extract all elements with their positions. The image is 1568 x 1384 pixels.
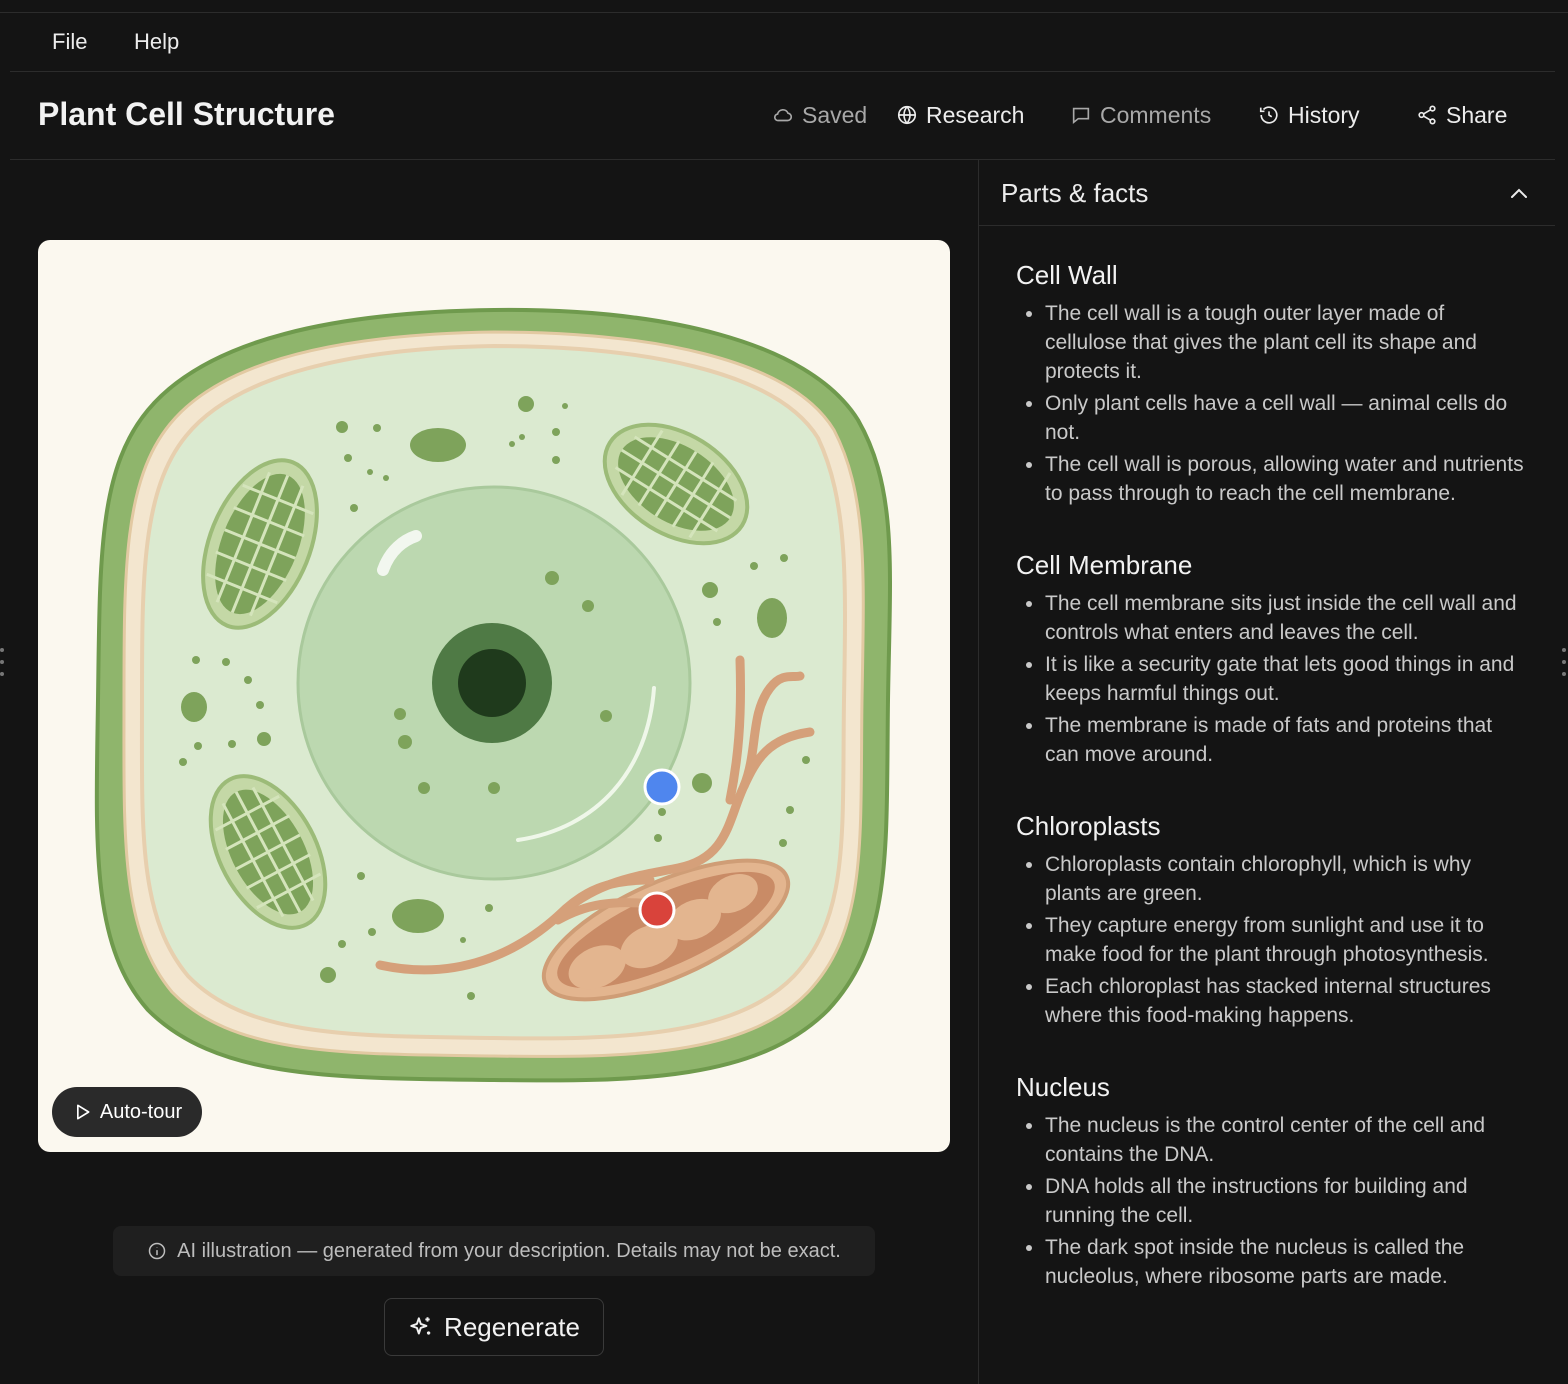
fact-bullet: It is like a security gate that lets goo… [1045, 650, 1526, 708]
facts-panel-title: Parts & facts [1001, 178, 1149, 208]
research-label: Research [926, 101, 1025, 128]
globe-icon [897, 105, 917, 125]
fact-bullets: The nucleus is the control center of the… [1016, 1111, 1526, 1291]
plant-cell-drawing [94, 307, 892, 1083]
fact-bullet: Chloroplasts contain chlorophyll, which … [1045, 850, 1526, 908]
fact-section-title: Cell Wall [1016, 260, 1118, 290]
cloud-icon [773, 108, 793, 122]
autotour-label: Auto-tour [99, 1100, 183, 1123]
vacuole-3 [757, 598, 787, 638]
play-icon [76, 1104, 90, 1120]
saved-label: Saved [802, 101, 868, 128]
fact-bullets: The cell membrane sits just inside the c… [1016, 589, 1526, 769]
fact-section: Chloroplasts Chloroplasts contain chloro… [1016, 811, 1526, 1030]
share-icon [1418, 105, 1436, 125]
fact-bullet: Only plant cells have a cell wall — anim… [1045, 389, 1526, 447]
facts-panel: Parts & facts Cell Wall The cell wall is… [979, 160, 1555, 1384]
vacuole-4 [181, 692, 207, 722]
fact-section-title: Chloroplasts [1016, 811, 1161, 841]
regenerate-label: Regenerate [444, 1311, 580, 1342]
fact-bullet: The nucleus is the control center of the… [1045, 1111, 1526, 1169]
share-button[interactable]: Share [1416, 100, 1507, 130]
plant-cell-illustration[interactable]: Auto-tour [38, 240, 950, 1152]
regenerate-button[interactable]: Regenerate [384, 1298, 604, 1356]
nucleolus [458, 649, 526, 717]
vacuole-1 [410, 428, 466, 462]
chevron-up-icon[interactable] [1507, 182, 1531, 206]
fact-section-title: Cell Membrane [1016, 550, 1193, 580]
history-icon [1259, 106, 1278, 124]
fact-bullet: Each chloroplast has stacked internal st… [1045, 972, 1526, 1030]
ai-disclaimer-text: AI illustration — generated from your de… [177, 1239, 841, 1262]
comment-icon [1072, 107, 1090, 125]
saved-status: Saved [772, 100, 867, 130]
info-icon [148, 1242, 166, 1260]
menu-bar: File Help [10, 13, 1555, 72]
illustration-pane: Auto-tour AI illustration — generated fr… [0, 160, 978, 1384]
fact-bullets: The cell wall is a tough outer layer mad… [1016, 299, 1526, 508]
share-label: Share [1446, 101, 1508, 128]
fact-bullet: The cell wall is porous, allowing water … [1045, 450, 1526, 508]
fact-section: Nucleus The nucleus is the control cente… [1016, 1072, 1526, 1291]
comments-label: Comments [1100, 101, 1212, 128]
right-resize-handle[interactable] [1562, 648, 1568, 688]
facts-panel-header: Parts & facts [979, 160, 1555, 226]
hotspot-red [638, 891, 676, 929]
fact-bullet: DNA holds all the instructions for build… [1045, 1172, 1526, 1230]
fact-bullet: The dark spot inside the nucleus is call… [1045, 1233, 1526, 1291]
fact-section-title: Nucleus [1016, 1072, 1110, 1102]
left-resize-handle[interactable] [0, 648, 6, 688]
fact-bullet: The cell membrane sits just inside the c… [1045, 589, 1526, 647]
hotspot-blue [643, 768, 681, 806]
facts-list: Cell Wall The cell wall is a tough outer… [1016, 260, 1526, 1333]
fact-bullet: They capture energy from sunlight and us… [1045, 911, 1526, 969]
menu-help[interactable]: Help [134, 29, 179, 55]
research-button[interactable]: Research [896, 100, 1024, 130]
comments-button[interactable]: Comments [1070, 100, 1211, 130]
history-label: History [1288, 101, 1360, 128]
document-header: Plant Cell Structure Saved Research Comm… [10, 72, 1555, 160]
ai-disclaimer: AI illustration — generated from your de… [113, 1226, 875, 1276]
fact-bullets: Chloroplasts contain chlorophyll, which … [1016, 850, 1526, 1030]
fact-bullet: The membrane is made of fats and protein… [1045, 711, 1526, 769]
history-button[interactable]: History [1258, 100, 1360, 130]
fact-section: Cell Membrane The cell membrane sits jus… [1016, 550, 1526, 769]
sparkles-icon [410, 1317, 431, 1335]
page-title: Plant Cell Structure [38, 96, 335, 132]
fact-section: Cell Wall The cell wall is a tough outer… [1016, 260, 1526, 508]
menu-file[interactable]: File [52, 29, 87, 55]
vacuole-2 [392, 899, 444, 933]
fact-bullet: The cell wall is a tough outer layer mad… [1045, 299, 1526, 386]
autotour-button[interactable]: Auto-tour [52, 1087, 202, 1137]
